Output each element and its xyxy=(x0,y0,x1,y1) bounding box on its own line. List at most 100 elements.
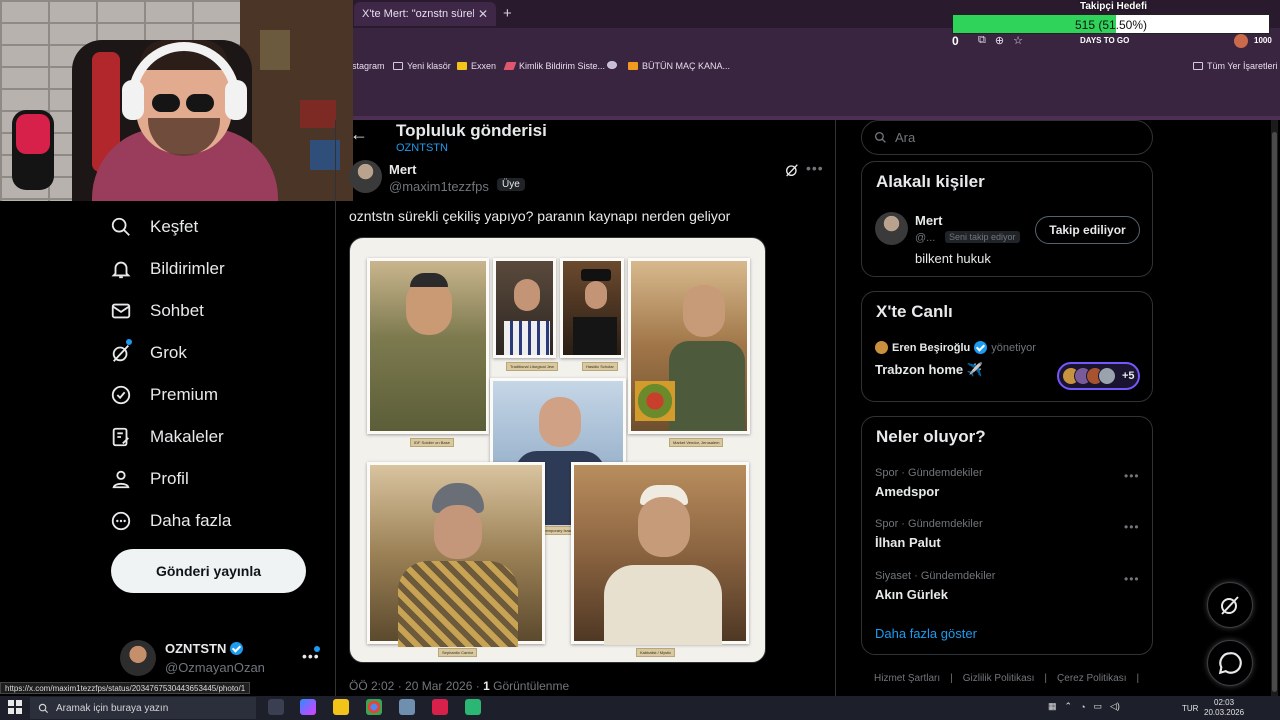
trend-category: Spor · Gündemdekiler xyxy=(875,518,983,530)
app-icon[interactable] xyxy=(465,699,481,715)
footer-link[interactable]: Çerez Politikası xyxy=(1057,673,1126,684)
nav-item-grok[interactable]: Grok xyxy=(110,335,310,371)
app-icon[interactable] xyxy=(432,699,448,715)
live-topic[interactable]: Trabzon home ✈️ xyxy=(875,362,983,378)
compose-post-button[interactable]: Gönderi yayınla xyxy=(111,549,306,593)
post-text: ozntstn sürekli çekiliş yapıyo? paranın … xyxy=(349,208,731,224)
more-icon[interactable]: ••• xyxy=(1124,469,1140,483)
toolbar-counter: 0 xyxy=(952,34,959,48)
post-image[interactable]: IDF Soldier on Base Traditional Liturgic… xyxy=(349,237,766,663)
tab-title: X'te Mert: "oznstn sürekli ç xyxy=(362,8,474,20)
toolbar-icons: ⧉ ⊕ ☆ xyxy=(978,34,1023,47)
more-icon[interactable]: ••• xyxy=(1124,572,1140,586)
zoom-icon[interactable]: ⊕ xyxy=(995,34,1004,47)
photo-face xyxy=(434,505,482,559)
headset-earcup xyxy=(122,80,144,120)
envelope-icon xyxy=(111,303,131,319)
community-link[interactable]: OZNTSTN xyxy=(396,142,448,154)
bookmark-item[interactable]: BÜTÜN MAÇ KANA... xyxy=(628,61,730,71)
messages-fab-button[interactable] xyxy=(1207,640,1253,686)
following-button[interactable]: Takip ediliyor xyxy=(1035,216,1140,244)
tab-close-icon[interactable]: ✕ xyxy=(478,7,488,21)
photo-label: Market Vendor, Jerusalem xyxy=(669,438,724,447)
bookmark-folder[interactable]: Yeni klasör xyxy=(393,61,451,71)
collage-photo xyxy=(560,258,624,358)
microphone-glow xyxy=(16,114,50,154)
show-more-link[interactable]: Daha fazla göster xyxy=(875,626,977,641)
notes-icon[interactable] xyxy=(399,699,415,715)
nav-item-articles[interactable]: Makaleler xyxy=(110,419,310,455)
bookmark-item[interactable] xyxy=(607,61,617,69)
trend-item[interactable]: İlhan Palut xyxy=(875,535,941,550)
post-author-avatar[interactable] xyxy=(349,160,382,193)
live-host[interactable]: Eren Beşiroğlu yönetiyor xyxy=(875,341,1036,354)
tray-icon[interactable]: ▦ xyxy=(1048,701,1057,712)
photo-tallit xyxy=(504,321,550,355)
bookmark-item[interactable]: Kimlik Bildirim Siste... xyxy=(503,61,605,71)
taskbar-search[interactable]: Aramak için buraya yazın xyxy=(30,697,256,719)
battery-icon[interactable]: ▭ xyxy=(1094,701,1103,712)
nav-item-notifications[interactable]: Bildirimler xyxy=(110,251,310,287)
nav-item-chat[interactable]: Sohbet xyxy=(110,293,310,329)
collage-photo xyxy=(367,258,489,434)
grok-icon[interactable] xyxy=(784,162,800,178)
copilot-icon[interactable] xyxy=(300,699,316,715)
panel-title: Alakalı kişiler xyxy=(876,172,985,191)
column-divider xyxy=(335,120,336,696)
more-circle-icon xyxy=(111,511,131,531)
account-switcher[interactable]: OZNTSTN @OzmayanOzan ••• xyxy=(120,638,330,682)
related-name[interactable]: Mert xyxy=(915,213,942,228)
live-listeners[interactable]: +5 xyxy=(1057,362,1140,390)
volume-icon[interactable]: ◁) xyxy=(1110,701,1120,712)
browser-tab[interactable]: X'te Mert: "oznstn sürekli ç ✕ xyxy=(354,2,496,26)
footer-link[interactable]: Hizmet Şartları xyxy=(874,673,940,684)
windows-start-icon[interactable] xyxy=(8,700,22,714)
nav-item-premium[interactable]: Premium xyxy=(110,377,310,413)
photo-hat xyxy=(581,269,611,281)
grok-icon xyxy=(1221,596,1239,615)
back-arrow-icon[interactable]: ← xyxy=(350,124,368,145)
scrollbar-thumb[interactable] xyxy=(1272,132,1277,692)
chrome-icon[interactable] xyxy=(366,699,382,715)
cast-icon[interactable]: ⧉ xyxy=(978,34,986,47)
bookmark-item[interactable]: stagram xyxy=(352,61,385,71)
more-icon[interactable]: ••• xyxy=(1124,520,1140,534)
search-input[interactable]: Ara xyxy=(861,120,1153,155)
post-author-handle[interactable]: @maxim1tezzfps xyxy=(389,179,489,194)
post-author-name[interactable]: Mert xyxy=(389,162,416,177)
new-tab-icon[interactable]: + xyxy=(503,5,512,22)
language-indicator[interactable]: TUR xyxy=(1182,704,1198,713)
nav-item-explore[interactable]: Keşfet xyxy=(110,209,310,245)
collage-photo xyxy=(571,462,749,645)
nav-label: Daha fazla xyxy=(150,511,232,530)
task-view-icon[interactable] xyxy=(268,699,284,715)
kimlik-icon xyxy=(503,62,517,70)
grok-icon xyxy=(112,345,130,362)
nav-item-profile[interactable]: Profil xyxy=(110,461,310,497)
trends-panel: Neler oluyor? Spor · Gündemdekiler Ameds… xyxy=(861,416,1153,655)
nav-label: Profil xyxy=(150,469,189,488)
nav-item-more[interactable]: Daha fazla xyxy=(110,503,310,539)
avatar[interactable] xyxy=(875,212,908,245)
profile-avatar-icon[interactable] xyxy=(1234,34,1248,48)
trend-item[interactable]: Amedspor xyxy=(875,484,939,499)
chevron-up-icon[interactable]: ⌃ xyxy=(1065,701,1073,712)
daysto-extension[interactable]: DAYS TO GO xyxy=(1078,36,1132,45)
related-handle[interactable]: @... xyxy=(915,232,935,244)
related-people-panel: Alakalı kişiler Mert @... Seni takip edi… xyxy=(861,161,1153,277)
more-icon[interactable]: ••• xyxy=(806,160,824,176)
network-icon[interactable]: ◔ xyxy=(1080,702,1085,712)
chat-bubble-icon xyxy=(1218,652,1242,675)
all-bookmarks[interactable]: Tüm Yer İşaretleri xyxy=(1193,61,1278,71)
photo-robe xyxy=(398,561,518,647)
grok-fab-button[interactable] xyxy=(1207,582,1253,628)
file-explorer-icon[interactable] xyxy=(333,699,349,715)
taskbar-clock[interactable]: 02:03 20.03.2026 xyxy=(1204,698,1244,718)
star-icon[interactable]: ☆ xyxy=(1013,34,1023,47)
trend-item[interactable]: Akın Gürlek xyxy=(875,587,948,602)
webcam-overlay xyxy=(0,0,353,201)
bookmark-item[interactable]: Exxen xyxy=(457,61,496,71)
notification-dot xyxy=(314,646,320,652)
footer-link[interactable]: Gizlilik Politikası xyxy=(963,673,1035,684)
photo-face xyxy=(514,279,540,311)
